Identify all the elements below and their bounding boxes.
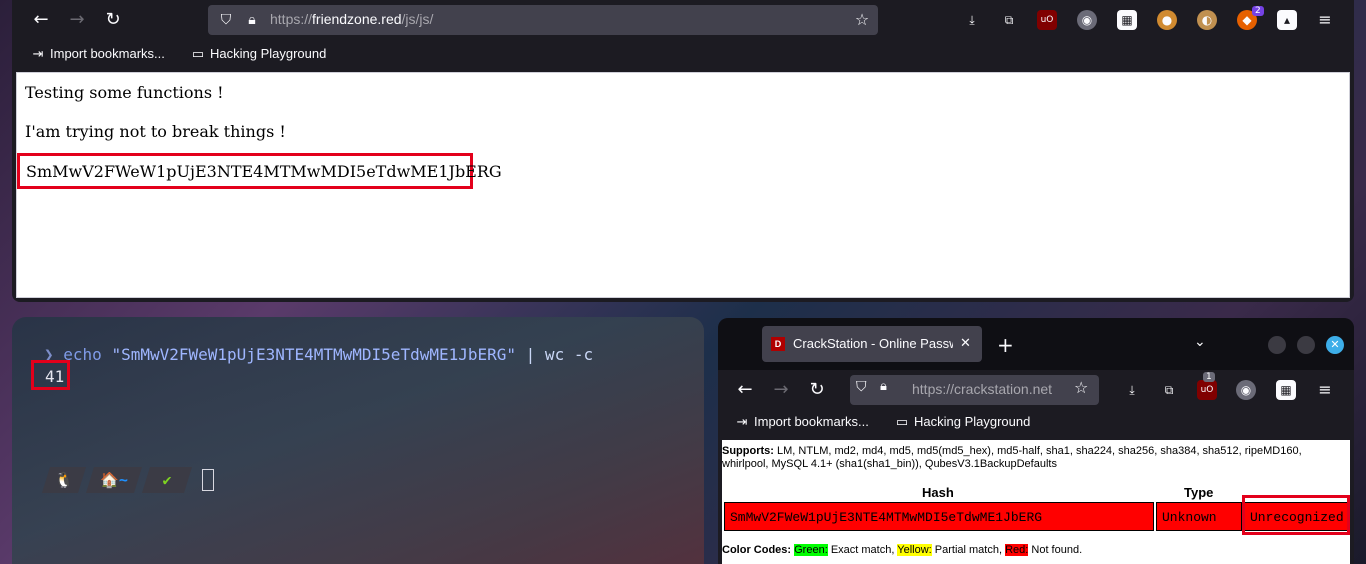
navigation-toolbar: ← → ↻ ⛉ 🔒︎ https://crackstation.net ☆ ⤓ …	[718, 370, 1354, 410]
browser-window-friendzone: ← → ↻ ⛉ 🔒︎ https://friendzone.red/js/js/…	[12, 0, 1354, 302]
minimize-button[interactable]	[1268, 336, 1286, 354]
bookmark-import[interactable]: ⇥ Import bookmarks...	[30, 46, 165, 62]
crackstation-favicon-icon: D	[771, 337, 785, 351]
forward-arrow-icon[interactable]: →	[64, 8, 90, 32]
cookie-icon[interactable]: ●	[1157, 10, 1177, 30]
downloads-icon[interactable]: ⤓	[1122, 380, 1142, 400]
extensions-icon[interactable]: ⧉	[1159, 380, 1179, 400]
import-icon: ⇥	[736, 414, 748, 429]
browser-window-crackstation: D CrackStation - Online Password Hash Cr…	[718, 318, 1354, 564]
star-bookmark-icon[interactable]: ☆	[1074, 378, 1088, 397]
shield-icon[interactable]: ⛉	[216, 9, 236, 31]
qr-code-icon[interactable]: ▦	[1117, 10, 1137, 30]
tab-title: CrackStation - Online Password Hash Crac…	[793, 336, 953, 351]
linux-penguin-icon: 🐧	[42, 467, 86, 493]
navigation-toolbar: ← → ↻ ⛉ 🔒︎ https://friendzone.red/js/js/…	[12, 0, 1354, 40]
back-arrow-icon[interactable]: ←	[732, 378, 758, 402]
downloads-icon[interactable]: ⤓	[962, 10, 982, 30]
highlight-box: 41	[31, 360, 70, 390]
bookmark-folder-hacking[interactable]: ▭ Hacking Playground	[190, 46, 327, 62]
back-arrow-icon[interactable]: ←	[28, 8, 54, 32]
terminal-window[interactable]: ❯ echo "SmMwV2FWeW1pUjE3NTE4MTMwMDI5eTdw…	[12, 317, 704, 564]
maximize-button[interactable]	[1297, 336, 1315, 354]
highlight-box	[1242, 495, 1350, 535]
ublock-icon[interactable]: uO	[1197, 380, 1217, 400]
owl-extension-icon[interactable]: ◉	[1077, 10, 1097, 30]
terminal-output: 41	[45, 367, 65, 386]
bookmark-folder-hacking[interactable]: ▭ Hacking Playground	[894, 414, 1031, 430]
qr-code-icon[interactable]: ▦	[1276, 380, 1296, 400]
type-cell: Unknown	[1156, 502, 1242, 531]
menu-icon[interactable]: ≡	[1315, 10, 1335, 30]
type-column-header: Type	[1184, 485, 1214, 500]
success-check-icon: ✔	[142, 467, 192, 493]
bookmarks-toolbar: ⇥ Import bookmarks... ▭ Hacking Playground	[718, 410, 1354, 438]
encoded-string: SmMwV2FWeW1pUjE3NTE4MTMwMDI5eTdwME1JbERG	[26, 162, 502, 181]
import-icon: ⇥	[32, 46, 44, 61]
tab-strip: D CrackStation - Online Password Hash Cr…	[718, 318, 1354, 370]
reload-icon[interactable]: ↻	[100, 8, 126, 32]
reload-icon[interactable]: ↻	[804, 378, 830, 402]
page-text-line-1: Testing some functions !	[25, 83, 224, 102]
page-text-line-2: I'am trying not to break things !	[25, 122, 286, 141]
page-content: Supports: LM, NTLM, md2, md4, md5, md5(m…	[722, 440, 1350, 564]
page-content: Testing some functions ! I'am trying not…	[16, 72, 1350, 298]
owl-extension-icon[interactable]: ◉	[1236, 380, 1256, 400]
close-window-icon[interactable]: ✕	[1326, 336, 1344, 354]
color-codes-legend: Color Codes: Green: Exact match, Yellow:…	[722, 544, 1083, 556]
extensions-icon[interactable]: ⧉	[999, 10, 1019, 30]
close-tab-icon[interactable]: ✕	[960, 335, 971, 351]
container-icon[interactable]: ▴	[1277, 10, 1297, 30]
ublock-icon[interactable]: uO	[1037, 10, 1057, 30]
new-tab-icon[interactable]: +	[997, 333, 1014, 357]
url-text[interactable]: https://crackstation.net	[912, 381, 1052, 397]
bookmark-import[interactable]: ⇥ Import bookmarks...	[734, 414, 869, 430]
star-bookmark-icon[interactable]: ☆	[852, 9, 872, 31]
tab-crackstation[interactable]: D CrackStation - Online Password Hash Cr…	[762, 326, 982, 362]
folder-icon: ▭	[191, 46, 205, 61]
folder-icon: ▭	[895, 414, 909, 429]
shield-icon[interactable]: ⛉	[856, 379, 867, 395]
address-bar[interactable]: ⛉ 🔒︎ https://friendzone.red/js/js/ ☆	[208, 5, 878, 35]
home-directory-icon: 🏠~	[86, 467, 142, 493]
hash-column-header: Hash	[922, 485, 954, 500]
hash-cell: SmMwV2FWeW1pUjE3NTE4MTMwMDI5eTdwME1JbERG	[724, 502, 1154, 531]
terminal-cursor	[202, 469, 214, 491]
terminal-command: ❯ echo "SmMwV2FWeW1pUjE3NTE4MTMwMDI5eTdw…	[44, 345, 594, 364]
lock-icon[interactable]: 🔒︎	[880, 379, 887, 394]
supported-hashes-text: Supports: LM, NTLM, md2, md4, md5, md5(m…	[722, 445, 1302, 470]
lock-icon[interactable]: 🔒︎	[242, 9, 262, 31]
address-bar[interactable]: ⛉ 🔒︎ https://crackstation.net ☆	[850, 375, 1099, 405]
highlight-box: SmMwV2FWeW1pUjE3NTE4MTMwMDI5eTdwME1JbERG	[17, 153, 502, 189]
forward-arrow-icon[interactable]: →	[768, 378, 794, 402]
extension-badge: 1	[1203, 372, 1215, 382]
url-text[interactable]: https://friendzone.red/js/js/	[270, 11, 433, 27]
extension-badge: 2	[1252, 6, 1264, 16]
chevron-down-icon[interactable]: ⌄	[1194, 334, 1206, 350]
bookmarks-toolbar: ⇥ Import bookmarks... ▭ Hacking Playground	[12, 42, 1354, 70]
cookie-editor-icon[interactable]: ◐	[1197, 10, 1217, 30]
menu-icon[interactable]: ≡	[1315, 380, 1335, 400]
